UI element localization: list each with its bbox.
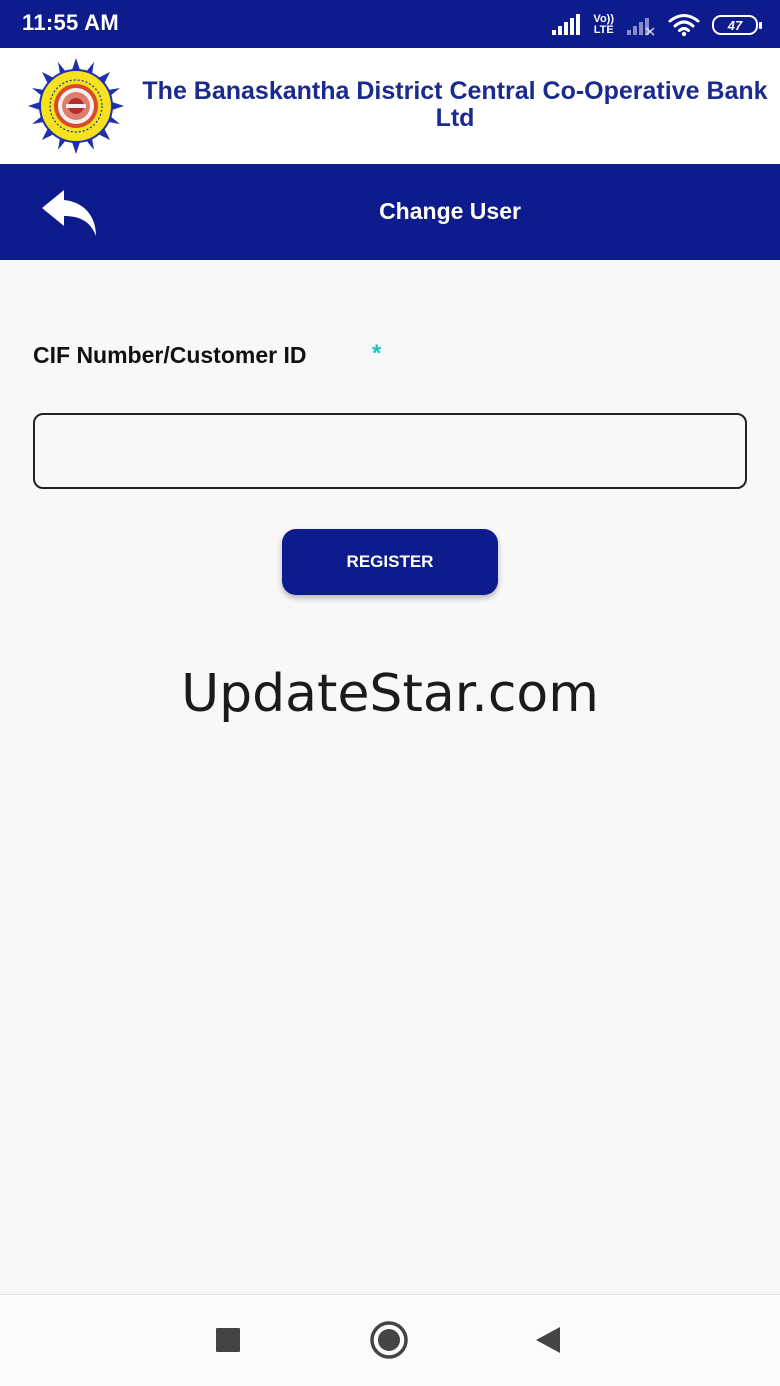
home-circle-icon[interactable]	[366, 1317, 412, 1363]
volte-icon: Vo)) LTE	[593, 14, 614, 36]
system-nav-bar	[0, 1294, 780, 1386]
title-wrap: Change User	[0, 164, 780, 260]
required-marker: *	[372, 340, 382, 367]
status-icons: Vo)) LTE 47	[551, 10, 762, 40]
bank-header: The Banaskantha District Central Co-Oper…	[0, 48, 780, 164]
cif-field-label: CIF Number/Customer ID	[33, 342, 307, 368]
page-title: Change User	[379, 198, 521, 224]
signal-strength-icon	[552, 14, 581, 35]
cif-input[interactable]	[33, 413, 747, 489]
battery-icon: 47	[712, 15, 762, 35]
volte-bottom-label: LTE	[593, 24, 614, 36]
title-bar: Change User	[0, 164, 780, 260]
reply-back-arrow-icon[interactable]	[38, 186, 104, 240]
recents-square-icon[interactable]	[205, 1317, 251, 1363]
watermark-text: UpdateStar.com	[181, 664, 599, 724]
signal-strength-inactive-icon	[627, 18, 655, 36]
status-bar: 11:55 AM Vo)) LTE 47	[0, 0, 780, 48]
bank-name: The Banaskantha District Central Co-Oper…	[142, 77, 768, 132]
register-button[interactable]: REGISTER	[282, 529, 498, 595]
bank-emblem-logo	[28, 58, 124, 154]
back-triangle-icon[interactable]	[526, 1317, 572, 1363]
status-time: 11:55 AM	[22, 10, 119, 35]
wifi-icon	[668, 14, 700, 37]
battery-level: 47	[727, 17, 743, 33]
